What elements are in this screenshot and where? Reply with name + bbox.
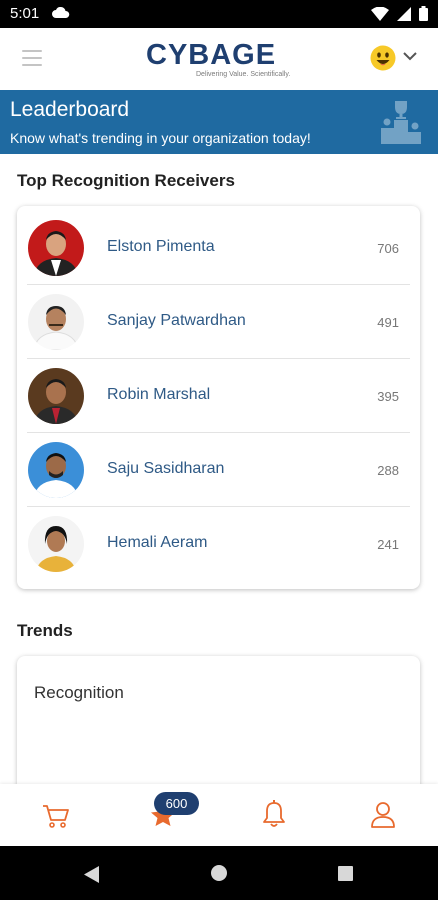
receiver-name[interactable]: Saju Sasidharan (107, 460, 224, 478)
avatar (28, 442, 84, 498)
home-icon[interactable] (211, 865, 227, 881)
bottom-nav (0, 784, 438, 846)
recognition-count: 491 (377, 315, 399, 330)
receiver-row[interactable]: Elston Pimenta 706 (17, 211, 420, 285)
recents-icon[interactable] (338, 866, 353, 881)
hamburger-menu-icon[interactable] (22, 50, 42, 66)
recognition-count: 706 (377, 241, 399, 256)
receiver-name[interactable]: Hemali Aeram (107, 534, 207, 552)
recognition-count: 241 (377, 537, 399, 552)
leaderboard-banner: Leaderboard Know what's trending in your… (0, 90, 438, 154)
status-time: 5:01 (10, 5, 40, 22)
points-badge: 600 (154, 792, 199, 815)
trends-title: Trends (17, 621, 73, 640)
receiver-row[interactable]: Saju Sasidharan 288 (17, 433, 420, 507)
cart-icon[interactable] (41, 798, 71, 830)
signal-icon (397, 6, 411, 21)
banner-subtitle: Know what's trending in your organizatio… (10, 130, 311, 146)
avatar (28, 220, 84, 276)
back-icon[interactable] (84, 866, 100, 883)
receiver-row[interactable]: Robin Marshal 395 (17, 359, 420, 433)
avatar (28, 368, 84, 424)
system-nav-bar (0, 846, 438, 900)
battery-icon (419, 6, 428, 21)
receiver-name[interactable]: Sanjay Patwardhan (107, 312, 246, 330)
recognition-count: 395 (377, 389, 399, 404)
banner-title: Leaderboard (10, 98, 130, 121)
receiver-row[interactable]: Hemali Aeram 241 (17, 507, 420, 581)
status-bar: 5:01 (0, 0, 438, 28)
cybage-logo: CYBAGE Delivering Value. Scientifically. (146, 39, 291, 79)
receiver-name[interactable]: Elston Pimenta (107, 238, 215, 256)
avatar (28, 294, 84, 350)
receiver-row[interactable]: Sanjay Patwardhan 491 (17, 285, 420, 359)
bell-icon[interactable] (259, 798, 289, 830)
app-header: CYBAGE Delivering Value. Scientifically. (0, 28, 438, 90)
podium-trophy-icon (381, 101, 421, 144)
chevron-down-icon[interactable] (403, 52, 417, 61)
profile-icon[interactable] (368, 798, 398, 830)
avatar (28, 516, 84, 572)
trend-card-label: Recognition (34, 683, 124, 702)
receivers-card: Elston Pimenta 706 Sanjay Patwardhan 491… (17, 206, 420, 589)
top-receivers-title: Top Recognition Receivers (17, 171, 235, 190)
user-emoji-icon[interactable] (370, 45, 396, 71)
recognition-count: 288 (377, 463, 399, 478)
receiver-name[interactable]: Robin Marshal (107, 386, 210, 404)
cloud-icon (52, 7, 70, 18)
wifi-icon (371, 6, 389, 21)
